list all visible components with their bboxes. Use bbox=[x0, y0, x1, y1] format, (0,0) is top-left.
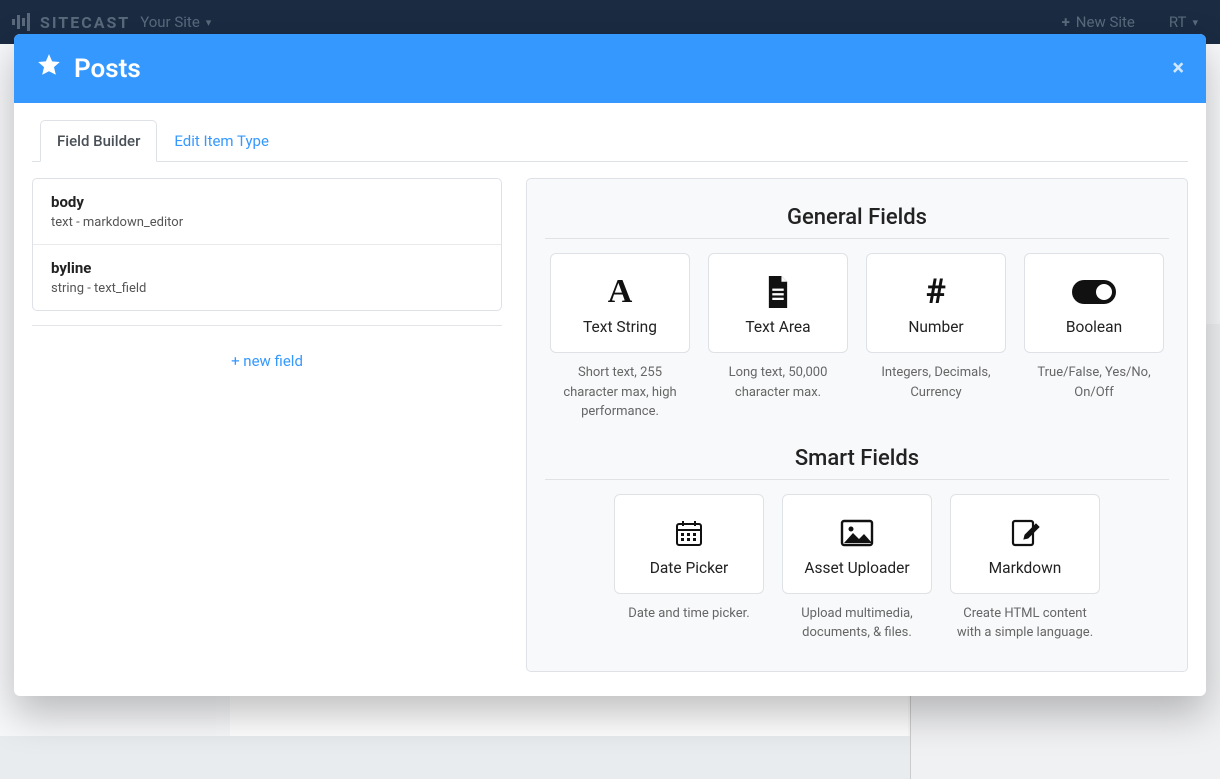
new-site-label: New Site bbox=[1076, 13, 1135, 31]
calendar-icon bbox=[621, 515, 757, 551]
type-desc: Create HTML content with a simple langua… bbox=[950, 604, 1100, 643]
field-name: byline bbox=[51, 259, 483, 277]
modal-title-text: Posts bbox=[74, 54, 141, 84]
font-icon: A bbox=[557, 274, 683, 310]
type-card-box[interactable]: Boolean bbox=[1024, 253, 1164, 353]
caret-down-icon: ▾ bbox=[1192, 16, 1198, 29]
type-card-box[interactable]: # Number bbox=[866, 253, 1006, 353]
edit-icon bbox=[957, 515, 1093, 551]
type-card-asset-uploader: Asset Uploader Upload multimedia, docume… bbox=[782, 494, 932, 643]
field-row[interactable]: byline string - text_field bbox=[33, 245, 501, 310]
type-label: Text Area bbox=[715, 318, 841, 336]
type-label: Number bbox=[873, 318, 999, 336]
type-card-markdown: Markdown Create HTML content with a simp… bbox=[950, 494, 1100, 643]
field-type: string - text_field bbox=[51, 281, 483, 296]
existing-fields-panel: body text - markdown_editor byline strin… bbox=[32, 178, 502, 672]
type-card-text-area: Text Area Long text, 50,000 character ma… bbox=[708, 253, 848, 422]
type-label: Boolean bbox=[1031, 318, 1157, 336]
type-card-number: # Number Integers, Decimals, Currency bbox=[866, 253, 1006, 422]
brand-text: SITECAST bbox=[40, 13, 130, 32]
posts-modal: Posts × Field Builder Edit Item Type bod… bbox=[14, 34, 1206, 696]
close-icon[interactable]: × bbox=[1172, 56, 1184, 81]
type-desc: True/False, Yes/No, On/Off bbox=[1024, 363, 1164, 402]
type-label: Date Picker bbox=[621, 559, 757, 577]
type-card-box[interactable]: Date Picker bbox=[614, 494, 764, 594]
field-type: text - markdown_editor bbox=[51, 215, 483, 230]
field-name: body bbox=[51, 193, 483, 211]
image-icon bbox=[789, 515, 925, 551]
toggle-icon bbox=[1031, 274, 1157, 310]
tab-label: Edit Item Type bbox=[174, 132, 269, 150]
type-desc: Integers, Decimals, Currency bbox=[866, 363, 1006, 402]
type-card-boolean: Boolean True/False, Yes/No, On/Off bbox=[1024, 253, 1164, 422]
type-card-box[interactable]: Markdown bbox=[950, 494, 1100, 594]
field-row[interactable]: body text - markdown_editor bbox=[33, 179, 501, 245]
divider bbox=[545, 238, 1169, 239]
divider bbox=[32, 325, 502, 326]
tab-field-builder[interactable]: Field Builder bbox=[40, 120, 157, 162]
star-icon bbox=[36, 52, 62, 85]
type-card-box[interactable]: Asset Uploader bbox=[782, 494, 932, 594]
new-site-button[interactable]: + New Site bbox=[1052, 7, 1145, 37]
tab-edit-item-type[interactable]: Edit Item Type bbox=[157, 120, 286, 162]
type-desc: Long text, 50,000 character max. bbox=[708, 363, 848, 402]
type-card-date-picker: Date Picker Date and time picker. bbox=[614, 494, 764, 643]
type-card-text-string: A Text String Short text, 255 character … bbox=[550, 253, 690, 422]
tab-label: Field Builder bbox=[57, 132, 140, 150]
type-desc: Upload multimedia, documents, & files. bbox=[782, 604, 932, 643]
brand-icon bbox=[12, 13, 32, 31]
section-title-smart: Smart Fields bbox=[541, 446, 1173, 471]
type-label: Markdown bbox=[957, 559, 1093, 577]
type-card-box[interactable]: Text Area bbox=[708, 253, 848, 353]
type-desc: Short text, 255 character max, high perf… bbox=[550, 363, 690, 422]
hash-icon: # bbox=[873, 274, 999, 310]
your-site-label: Your Site bbox=[140, 13, 200, 31]
user-menu[interactable]: RT ▾ bbox=[1159, 7, 1208, 37]
modal-tabs: Field Builder Edit Item Type bbox=[32, 119, 1188, 162]
type-label: Text String bbox=[557, 318, 683, 336]
type-desc: Date and time picker. bbox=[614, 604, 764, 624]
plus-icon: + bbox=[1062, 13, 1070, 31]
document-icon bbox=[715, 274, 841, 310]
section-title-general: General Fields bbox=[541, 205, 1173, 230]
user-initials: RT bbox=[1169, 13, 1187, 31]
your-site-menu[interactable]: Your Site ▾ bbox=[130, 7, 221, 37]
caret-down-icon: ▾ bbox=[206, 16, 212, 29]
modal-header: Posts × bbox=[14, 34, 1206, 103]
divider bbox=[545, 479, 1169, 480]
add-field-button[interactable]: + new field bbox=[32, 352, 502, 370]
type-label: Asset Uploader bbox=[789, 559, 925, 577]
type-card-box[interactable]: A Text String bbox=[550, 253, 690, 353]
brand[interactable]: SITECAST bbox=[12, 13, 130, 32]
add-field-label: + new field bbox=[231, 352, 303, 370]
field-type-picker: General Fields A Text String Short text,… bbox=[526, 178, 1188, 672]
